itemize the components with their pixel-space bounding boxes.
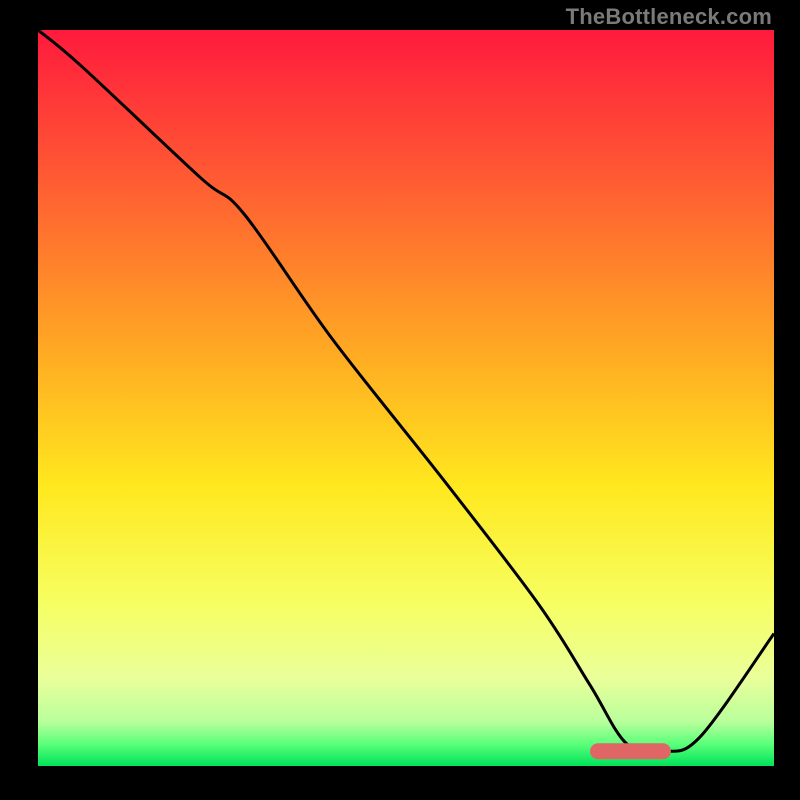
watermark-text: TheBottleneck.com [566, 4, 772, 30]
gradient-background [38, 30, 774, 766]
optimal-band-marker [590, 743, 671, 759]
chart-svg [38, 30, 774, 766]
chart-container: TheBottleneck.com [0, 0, 800, 800]
plot-area [38, 30, 774, 766]
